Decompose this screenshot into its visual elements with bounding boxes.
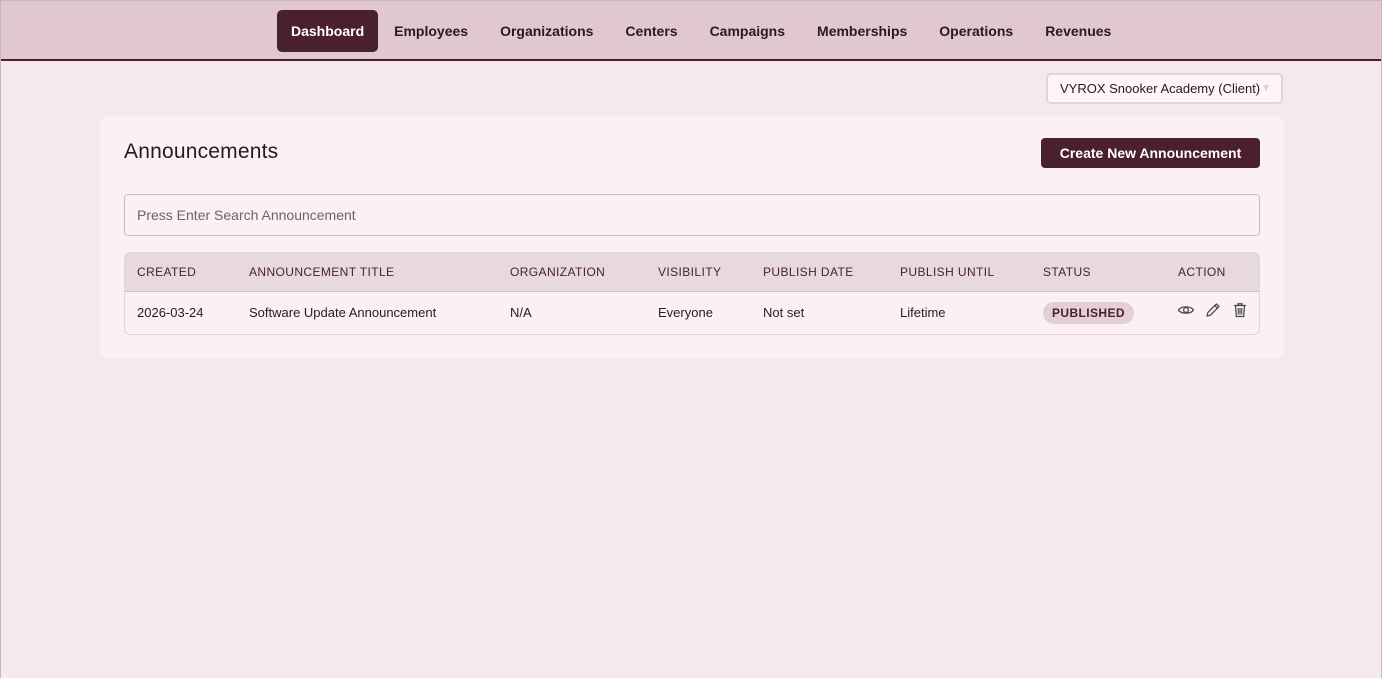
cell-title: Software Update Announcement [249, 305, 437, 320]
nav-item-centers[interactable]: Centers [609, 10, 693, 52]
nav-item-operations[interactable]: Operations [923, 10, 1029, 52]
top-navigation: Dashboard Employees Organizations Center… [1, 0, 1381, 61]
cell-publish-date: Not set [763, 305, 805, 320]
status-badge: PUBLISHED [1043, 302, 1134, 324]
trash-icon[interactable] [1231, 301, 1249, 319]
nav-items: Dashboard Employees Organizations Center… [277, 10, 1127, 52]
column-header-organization: ORGANIZATION [510, 265, 606, 279]
client-selector[interactable]: VYROX Snooker Academy (Client) ▼ [1046, 73, 1283, 104]
table-row: 2026-03-24 Software Update Announcement … [125, 292, 1259, 334]
cell-organization: N/A [510, 305, 532, 320]
column-header-publish-date: PUBLISH DATE [763, 265, 854, 279]
column-header-status: STATUS [1043, 265, 1091, 279]
page-title: Announcements [124, 140, 279, 163]
chevron-down-icon: ▼ [1261, 83, 1271, 94]
table-header: CREATED ANNOUNCEMENT TITLE ORGANIZATION … [125, 253, 1259, 292]
nav-item-organizations[interactable]: Organizations [484, 10, 609, 52]
column-header-created: CREATED [137, 265, 197, 279]
nav-item-revenues[interactable]: Revenues [1029, 10, 1127, 52]
announcements-table: CREATED ANNOUNCEMENT TITLE ORGANIZATION … [124, 252, 1260, 335]
create-announcement-button[interactable]: Create New Announcement [1041, 138, 1260, 168]
nav-item-employees[interactable]: Employees [378, 10, 484, 52]
nav-item-dashboard[interactable]: Dashboard [277, 10, 379, 52]
column-header-title: ANNOUNCEMENT TITLE [249, 265, 395, 279]
column-header-visibility: VISIBILITY [658, 265, 722, 279]
eye-icon[interactable] [1177, 301, 1195, 319]
search-input[interactable] [124, 194, 1260, 236]
nav-item-memberships[interactable]: Memberships [801, 10, 923, 52]
cell-visibility: Everyone [658, 305, 713, 320]
cell-publish-until: Lifetime [900, 305, 946, 320]
nav-item-campaigns[interactable]: Campaigns [694, 10, 801, 52]
announcements-card: Announcements Create New Announcement CR… [100, 116, 1284, 358]
client-selector-value: VYROX Snooker Academy (Client) [1060, 81, 1261, 96]
cell-created: 2026-03-24 [137, 305, 204, 320]
column-header-publish-until: PUBLISH UNTIL [900, 265, 995, 279]
column-header-action: ACTION [1178, 265, 1226, 279]
pencil-icon[interactable] [1204, 301, 1222, 319]
